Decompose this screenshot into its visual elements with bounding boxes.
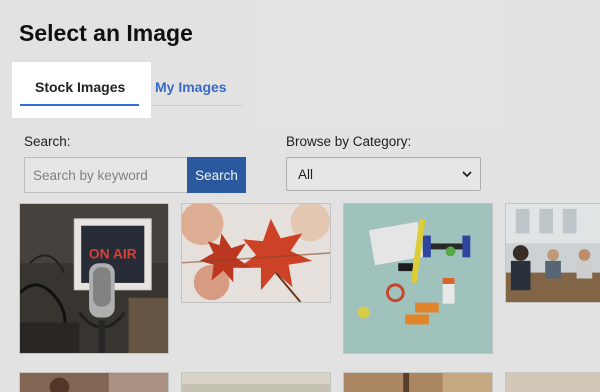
image-thumbnail-fitness[interactable] (343, 203, 493, 354)
image-thumbnail-row2-4[interactable] (505, 372, 600, 392)
partial-image-4 (506, 373, 600, 392)
image-thumbnail-on-air[interactable]: ON AIR (19, 203, 169, 354)
category-select[interactable]: All (286, 157, 481, 191)
search-button[interactable]: Search (187, 157, 246, 193)
active-tab-indicator (20, 104, 139, 106)
image-thumbnail-leaves[interactable] (181, 203, 331, 303)
tab-stock-images-label: Stock Images (35, 79, 126, 95)
partial-image-3 (344, 373, 492, 392)
office-people-image (506, 204, 600, 302)
on-air-sign-text: ON AIR (89, 245, 137, 261)
image-thumbnail-row2-1[interactable] (19, 372, 169, 392)
tab-stock-images[interactable]: Stock Images (12, 62, 151, 118)
tabs-divider (151, 105, 243, 106)
category-label: Browse by Category: (286, 134, 412, 149)
partial-image-1 (20, 373, 168, 392)
image-thumbnail-row2-2[interactable] (181, 372, 331, 392)
dialog-title: Select an Image (19, 20, 193, 46)
search-input[interactable] (24, 157, 187, 193)
search-label: Search: (24, 134, 71, 149)
chevron-down-icon (462, 171, 472, 178)
tab-my-images[interactable]: My Images (151, 62, 243, 106)
image-thumbnail-office[interactable] (505, 203, 600, 303)
on-air-microphone-image: ON AIR (20, 204, 168, 353)
category-selected-value: All (298, 167, 314, 182)
red-autumn-leaves-image (182, 204, 330, 302)
select-image-dialog: Select an Image Stock Images My Images S… (0, 0, 600, 392)
image-thumbnail-row2-3[interactable] (343, 372, 493, 392)
fitness-flatlay-image (344, 204, 492, 353)
partial-image-2 (182, 373, 330, 392)
tab-my-images-label: My Images (155, 79, 227, 95)
